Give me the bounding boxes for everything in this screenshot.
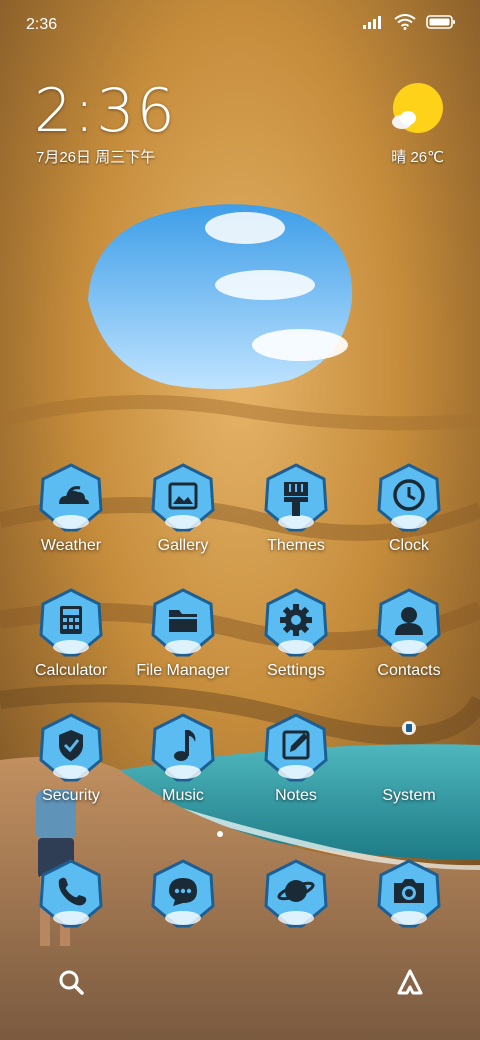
camera-icon (377, 859, 441, 928)
battery-icon (426, 15, 455, 29)
app-label: Settings (267, 662, 325, 679)
brush-icon (264, 463, 328, 532)
app-label: Calculator (34, 662, 108, 679)
app-label: Clock (388, 537, 429, 554)
notes-icon (264, 713, 328, 782)
weather-widget[interactable]: 晴 26℃ (384, 82, 444, 168)
app-weather[interactable]: Weather (16, 462, 126, 582)
app-clock[interactable]: Clock (354, 462, 464, 582)
phone-icon (39, 859, 103, 928)
app-system[interactable]: System (354, 712, 464, 832)
weather-icon (39, 463, 103, 532)
status-time: 2:36 (26, 16, 58, 33)
app-gallery[interactable]: Gallery (128, 462, 238, 582)
calculator-icon (39, 588, 103, 657)
clock-icon (377, 463, 441, 532)
partly-sunny-icon (392, 83, 443, 133)
app-label: Music (162, 787, 204, 804)
app-label: Weather (40, 537, 102, 554)
app-label: System (382, 787, 436, 804)
app-label: Gallery (157, 537, 209, 554)
app-label: Security (42, 787, 100, 804)
person-icon (377, 588, 441, 657)
dock-browser[interactable] (241, 858, 351, 938)
app-security[interactable]: Security (16, 712, 126, 832)
app-label: Themes (267, 537, 325, 554)
assistant-icon[interactable] (393, 966, 427, 1000)
wifi-icon (394, 14, 416, 30)
page-indicator (217, 831, 223, 837)
music-note-icon (151, 713, 215, 782)
status-icons (362, 14, 456, 30)
message-icon (151, 859, 215, 928)
gear-icon (264, 588, 328, 657)
status-bar: 2:36 (0, 0, 480, 50)
lockscreen-clock[interactable]: 2:36 (34, 76, 177, 146)
dock-messages[interactable] (128, 858, 238, 938)
weather-text: 晴 26℃ (391, 149, 444, 166)
dock-phone[interactable] (16, 858, 126, 938)
gallery-icon (151, 463, 215, 532)
app-notes[interactable]: Notes (241, 712, 351, 832)
app-calculator[interactable]: Calculator (16, 587, 126, 707)
browser-planet-icon (264, 859, 328, 928)
folder-system-icon (402, 721, 416, 735)
folder-icon (151, 588, 215, 657)
app-contacts[interactable]: Contacts (354, 587, 464, 707)
app-settings[interactable]: Settings (241, 587, 351, 707)
app-label: Contacts (377, 662, 441, 679)
app-file-manager[interactable]: File Manager (128, 587, 238, 707)
app-themes[interactable]: Themes (241, 462, 351, 582)
shield-icon (39, 713, 103, 782)
app-music[interactable]: Music (128, 712, 238, 832)
app-label: Notes (275, 787, 317, 804)
search-icon[interactable] (55, 966, 89, 1000)
lockscreen-date[interactable]: 7月26日 周三下午 (36, 146, 155, 167)
app-label: File Manager (136, 662, 230, 679)
signal-icon (363, 16, 381, 29)
dock-camera[interactable] (354, 858, 464, 938)
